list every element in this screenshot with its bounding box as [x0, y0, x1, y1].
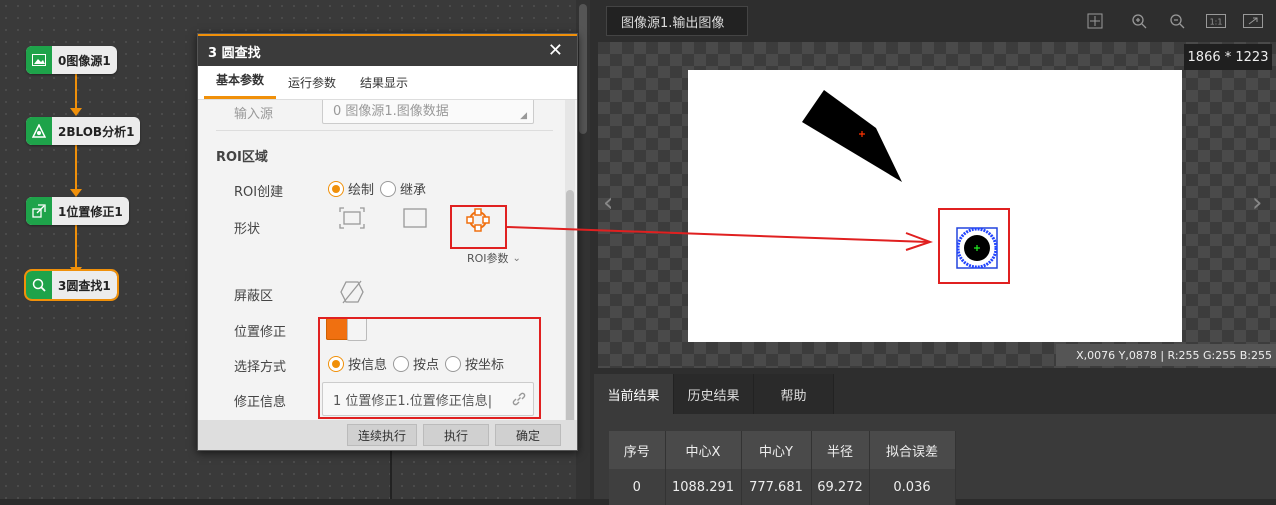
flow-node-circle-find[interactable]: 3圆查找1 [24, 269, 119, 301]
table-header-row: 序号 中心X 中心Y 半径 拟合误差 [609, 431, 956, 469]
flow-arrow [70, 189, 82, 197]
chevron-down-icon: ⌄ [512, 252, 521, 264]
tab-basic-params[interactable]: 基本参数 [204, 71, 277, 99]
tab-history-result[interactable]: 历史结果 [674, 374, 754, 414]
tab-help[interactable]: 帮助 [754, 374, 834, 414]
table-cell: 69.272 [811, 469, 870, 505]
next-image-icon[interactable]: › [1252, 188, 1262, 218]
node-label: 0图像源1 [58, 53, 111, 68]
roi-params-toggle[interactable]: ROI参数 ⌄ [467, 250, 521, 266]
pixel-info-bar: X,0076 Y,0878 | R:255 G:255 B:255 [1056, 344, 1276, 366]
flow-connector [75, 144, 77, 192]
run-button[interactable]: 执行 [423, 424, 489, 446]
table-cell: 777.681 [741, 469, 812, 505]
pixel-info-text: X,0076 Y,0878 | R:255 G:255 B:255 [1076, 348, 1272, 362]
zoom-out-icon[interactable] [1168, 12, 1186, 30]
dialog-scrollbar[interactable] [565, 100, 575, 450]
mask-label: 屏蔽区 [234, 289, 274, 304]
input-source-value: 0 图像源1.图像数据 [333, 103, 449, 119]
roi-create-options: 绘制 继承 [328, 179, 432, 198]
table-cell: 1088.291 [665, 469, 742, 505]
input-source-label: 输入源 [234, 107, 274, 122]
shape-label: 形状 [234, 222, 261, 237]
flow-node-blob[interactable]: 2BLOB分析1 [26, 117, 141, 145]
column-header[interactable]: 中心X [665, 431, 742, 469]
column-header[interactable]: 中心Y [741, 431, 812, 469]
input-source-select[interactable]: 0 图像源1.图像数据 ◢ [322, 100, 534, 124]
scroll-thumb[interactable] [579, 4, 587, 134]
dialog-title: 3 圆查找 [208, 45, 261, 61]
tab-run-params[interactable]: 运行参数 [276, 74, 348, 99]
viewer-tab[interactable]: 图像源1.输出图像 [606, 6, 748, 36]
column-header[interactable]: 拟合误差 [869, 431, 956, 469]
annotation-box-shape [450, 205, 507, 249]
dialog-footer: 连续执行 执行 确定 [198, 420, 577, 450]
tab-result-display[interactable]: 结果显示 [348, 74, 420, 99]
fullscreen-icon[interactable] [1243, 12, 1263, 30]
radio-circle [328, 180, 344, 197]
confirm-button[interactable]: 确定 [495, 424, 561, 446]
shape-rect-rotated-icon[interactable] [339, 207, 365, 233]
image-size-badge: 1866 * 1223 [1184, 44, 1272, 70]
table-row[interactable]: 0 1088.291 777.681 69.272 0.036 [609, 469, 956, 505]
annotation-box-position-correct [318, 317, 541, 419]
column-header[interactable]: 半径 [811, 431, 870, 469]
viewer-tab-label: 图像源1.输出图像 [621, 15, 725, 31]
resize-grip-icon: ◢ [520, 111, 527, 121]
divider [390, 450, 392, 499]
flow-node-image-source[interactable]: 0图像源1 [26, 46, 117, 74]
shape-rect-icon[interactable] [403, 208, 427, 232]
image-content [688, 70, 1182, 342]
scroll-thumb[interactable] [566, 190, 574, 450]
mask-polygon-icon[interactable] [339, 279, 365, 309]
position-correct-icon [26, 197, 52, 225]
fit-icon[interactable] [1086, 12, 1104, 30]
roi-params-label: ROI参数 [467, 252, 509, 265]
radio-label: 继承 [400, 183, 427, 198]
flow-connector [75, 225, 77, 271]
radio-draw[interactable]: 绘制 [328, 179, 374, 198]
svg-text:1:1: 1:1 [1210, 18, 1223, 27]
annotation-box-result [938, 208, 1010, 284]
flow-node-position-correct[interactable]: 1位置修正1 [26, 197, 129, 225]
radio-inherit[interactable]: 继承 [380, 179, 426, 198]
canvas-scrollbar[interactable] [576, 0, 590, 499]
blob-icon [26, 117, 52, 145]
dialog-title-bar[interactable]: 3 圆查找 ✕ [198, 34, 577, 66]
flow-arrow [70, 108, 82, 116]
continuous-run-button[interactable]: 连续执行 [346, 424, 417, 446]
circle-find-icon [26, 271, 52, 299]
select-mode-label: 选择方式 [234, 360, 287, 375]
result-table: 序号 中心X 中心Y 半径 拟合误差 0 1088.291 777.681 69… [609, 431, 956, 505]
separator [216, 130, 553, 131]
zoom-in-icon[interactable] [1130, 12, 1148, 30]
image-shapes [802, 90, 998, 269]
radio-label: 绘制 [348, 183, 375, 198]
correct-info-label: 修正信息 [234, 395, 287, 410]
radio-circle [380, 180, 397, 197]
close-icon[interactable]: ✕ [548, 40, 563, 61]
blob-shape [802, 90, 902, 182]
position-correct-label: 位置修正 [234, 325, 287, 340]
flow-connector [75, 72, 77, 110]
dialog-tabs: 基本参数 运行参数 结果显示 [198, 66, 577, 100]
prev-image-icon[interactable]: ‹ [603, 188, 613, 218]
image-icon [26, 46, 52, 74]
node-label: 3圆查找1 [58, 278, 111, 293]
column-header[interactable]: 序号 [609, 431, 666, 469]
tab-current-result[interactable]: 当前结果 [594, 374, 674, 414]
image-size-text: 1866 * 1223 [1187, 49, 1269, 65]
roi-section-title: ROI区域 [216, 150, 268, 165]
roi-create-label: ROI创建 [234, 185, 284, 200]
actual-size-icon[interactable]: 1:1 [1206, 12, 1226, 30]
table-cell: 0.036 [869, 469, 956, 505]
node-label: 1位置修正1 [58, 204, 123, 219]
table-cell: 0 [609, 469, 666, 505]
result-tabs: 当前结果 历史结果 帮助 [594, 374, 834, 414]
node-label: 2BLOB分析1 [58, 124, 135, 139]
